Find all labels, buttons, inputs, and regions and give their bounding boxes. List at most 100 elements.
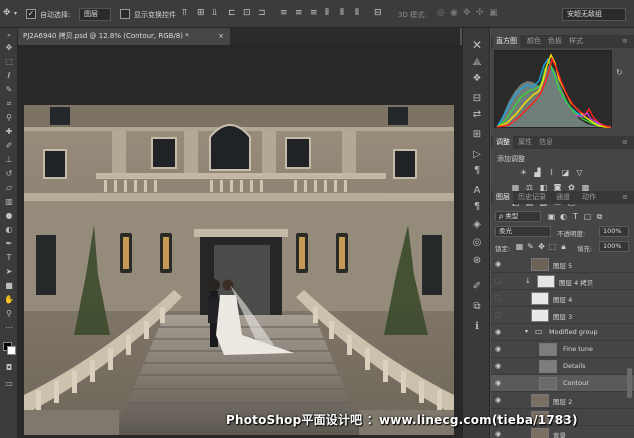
layer-row[interactable]: ◉ Details bbox=[491, 358, 634, 375]
blend-mode-dropdown[interactable]: 柔光 bbox=[495, 226, 551, 237]
toolbar-collapse-icon[interactable]: » bbox=[0, 30, 18, 42]
panel-menu-icon[interactable]: ≡ bbox=[619, 35, 631, 48]
vibrance-icon[interactable]: ▽ bbox=[575, 168, 584, 177]
layer-group-row[interactable]: ◉ ▾ ▭ Modified group bbox=[491, 324, 634, 341]
pen-tool-icon[interactable]: ✒ bbox=[0, 238, 18, 250]
more-tools-icon[interactable]: ⋯ bbox=[0, 322, 18, 334]
blur-tool-icon[interactable]: ● bbox=[0, 210, 18, 222]
tab-color[interactable]: 颜色 bbox=[524, 35, 544, 48]
auto-select-checkbox[interactable]: ✓ bbox=[26, 9, 36, 19]
info-panel-icon[interactable]: ℹ bbox=[470, 320, 484, 334]
lock-paint-icon[interactable]: ✎ bbox=[526, 242, 535, 251]
distribute-hcenter-icon[interactable]: ⦀ bbox=[340, 8, 344, 18]
actions-icon[interactable]: ▷ bbox=[470, 148, 484, 162]
close-tab-icon[interactable]: × bbox=[218, 28, 224, 45]
tab-adjustments[interactable]: 调整 bbox=[493, 136, 513, 149]
lock-position-icon[interactable]: ✥ bbox=[537, 242, 546, 251]
panel-menu-icon[interactable]: ≡ bbox=[619, 136, 631, 149]
3d-scale-icon[interactable]: ▣ bbox=[489, 8, 498, 18]
tab-properties[interactable]: 属性 bbox=[515, 136, 535, 149]
hand-tool-icon[interactable]: ✋ bbox=[0, 294, 18, 306]
tab-actions[interactable]: 动作 bbox=[579, 191, 599, 204]
visibility-icon[interactable]: ◉ bbox=[495, 379, 501, 387]
align-top-icon[interactable]: ⫪ bbox=[182, 8, 187, 18]
chevron-down-icon[interactable]: ▾ bbox=[14, 9, 17, 19]
lock-all-icon[interactable]: 🔒︎ bbox=[559, 242, 568, 251]
brush-tool-icon[interactable]: ✐ bbox=[0, 140, 18, 152]
layers-icon[interactable]: ◈ bbox=[470, 218, 484, 232]
visibility-icon[interactable]: ◉ bbox=[495, 362, 501, 370]
3d-orbit-icon[interactable]: ◎ bbox=[437, 8, 445, 18]
layer-filter-dropdown[interactable]: ρ 类型 bbox=[495, 211, 541, 222]
filter-pixel-icon[interactable]: ▣ bbox=[547, 212, 556, 221]
align-vcenter-icon[interactable]: ⊞ bbox=[197, 8, 205, 18]
paragraph-style-icon[interactable]: ¶ bbox=[470, 200, 484, 214]
clone-source-icon[interactable]: ⧉ bbox=[470, 300, 484, 314]
visibility-icon[interactable]: □ bbox=[495, 311, 502, 319]
workspace-switcher[interactable]: 安超无敌组 bbox=[562, 8, 626, 21]
layers-scrollbar[interactable] bbox=[627, 368, 632, 398]
dodge-tool-icon[interactable]: ◐ bbox=[0, 224, 18, 236]
canvas-area[interactable] bbox=[18, 45, 462, 438]
align-bottom-icon[interactable]: ⫫ bbox=[212, 8, 217, 18]
filter-type-icon[interactable]: T bbox=[571, 212, 580, 221]
panel-menu-icon[interactable]: ≡ bbox=[619, 191, 631, 204]
layer-row[interactable]: □ 图层 4 bbox=[491, 290, 634, 307]
3d-slide-icon[interactable]: ✣ bbox=[476, 8, 484, 18]
tab-info[interactable]: 信息 bbox=[536, 136, 556, 149]
adjust-brush-icon[interactable]: ❖ bbox=[470, 72, 484, 86]
path-select-tool-icon[interactable]: ➤ bbox=[0, 266, 18, 278]
layer-row[interactable]: □ ↓ 图层 4 拷贝 bbox=[491, 273, 634, 290]
lasso-tool-icon[interactable]: ℓ bbox=[0, 70, 18, 82]
move-tool-icon[interactable]: ✥ bbox=[3, 8, 11, 18]
tab-channels[interactable]: 通道 bbox=[553, 191, 573, 204]
marquee-tool-icon[interactable]: ⬚ bbox=[0, 56, 18, 68]
swap-icon[interactable]: ⇄ bbox=[470, 108, 484, 122]
tab-swatches[interactable]: 色板 bbox=[545, 35, 565, 48]
eyedropper-tool-icon[interactable]: ⚲ bbox=[0, 112, 18, 124]
zoom-tool-icon[interactable]: ⚲ bbox=[0, 308, 18, 320]
type-tool-icon[interactable]: T bbox=[0, 252, 18, 264]
tab-history[interactable]: 历史记录 bbox=[515, 191, 549, 204]
quick-select-tool-icon[interactable]: ✎ bbox=[0, 84, 18, 96]
auto-select-dropdown[interactable]: 图层 bbox=[79, 8, 111, 21]
history-brush-tool-icon[interactable]: ↺ bbox=[0, 168, 18, 180]
visibility-icon[interactable]: □ bbox=[495, 294, 502, 302]
visibility-icon[interactable]: ◉ bbox=[495, 260, 501, 268]
levels-icon[interactable]: ▟ bbox=[533, 168, 542, 177]
layer-row-selected[interactable]: ◉ Contour bbox=[491, 375, 634, 392]
visibility-icon[interactable]: ◉ bbox=[495, 328, 501, 336]
clone-stamp-tool-icon[interactable]: ⊥ bbox=[0, 154, 18, 166]
3d-roll-icon[interactable]: ◉ bbox=[450, 8, 458, 18]
distribute-vcenter-icon[interactable]: ≡ bbox=[295, 8, 303, 18]
paragraph-icon[interactable]: ¶ bbox=[470, 164, 484, 178]
paths-icon[interactable]: ⊛ bbox=[470, 254, 484, 268]
visibility-icon[interactable]: ◉ bbox=[495, 345, 501, 353]
distribute-bottom-icon[interactable]: ≡ bbox=[310, 8, 318, 18]
properties-icon[interactable]: ⊟ bbox=[470, 92, 484, 106]
document-tab[interactable]: PJ2A6940 拷贝.psd @ 12.8% (Contour, RGB/8)… bbox=[18, 28, 230, 45]
gradient-tool-icon[interactable]: ▥ bbox=[0, 196, 18, 208]
group-expand-icon[interactable]: ▾ bbox=[525, 328, 528, 335]
3d-pan-icon[interactable]: ✥ bbox=[463, 8, 471, 18]
channels-icon[interactable]: ◎ bbox=[470, 236, 484, 250]
shape-tool-icon[interactable]: ■ bbox=[0, 280, 18, 292]
tab-layers[interactable]: 图层 bbox=[493, 191, 513, 204]
layer-row[interactable]: ◉ 图层 2 bbox=[491, 392, 634, 409]
exposure-icon[interactable]: ◪ bbox=[561, 168, 570, 177]
healing-brush-tool-icon[interactable]: ✚ bbox=[0, 126, 18, 138]
filter-smart-icon[interactable]: ⧉ bbox=[595, 212, 604, 221]
layer-row[interactable]: □ 图层 3 bbox=[491, 307, 634, 324]
distribute-right-icon[interactable]: ⦀ bbox=[355, 8, 359, 18]
visibility-icon[interactable]: ◉ bbox=[495, 430, 501, 438]
opacity-field[interactable]: 100% bbox=[599, 226, 629, 237]
align-hcenter-icon[interactable]: ⊡ bbox=[243, 8, 251, 18]
lock-artboard-icon[interactable]: ⬚ bbox=[548, 242, 557, 251]
background-color-swatch[interactable] bbox=[7, 346, 16, 355]
crop-tool-icon[interactable]: ⌗ bbox=[0, 98, 18, 110]
show-transform-checkbox[interactable] bbox=[120, 9, 130, 19]
align-left-icon[interactable]: ⊏ bbox=[228, 8, 236, 18]
distribute-top-icon[interactable]: ≡ bbox=[280, 8, 288, 18]
brightness-contrast-icon[interactable]: ☀ bbox=[519, 168, 528, 177]
mixer-brush-icon[interactable]: ⟁ bbox=[470, 56, 484, 70]
